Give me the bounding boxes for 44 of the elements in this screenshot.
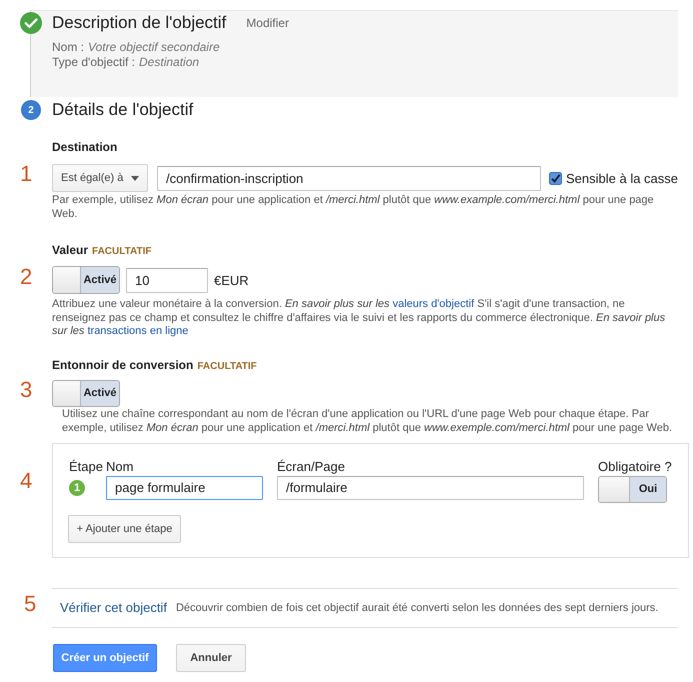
- verify-description: Découvrir combien de fois cet objectif aurait été converti selon les données des sept derniers jours.: [176, 602, 658, 614]
- step-title: Détails de l'objectif: [52, 100, 194, 120]
- required-toggle[interactable]: Oui: [598, 476, 667, 502]
- summary-value: Votre objectif secondaire: [88, 40, 220, 55]
- step-column-header: Étape: [69, 458, 103, 474]
- toggle-switch[interactable]: Activé: [52, 380, 120, 406]
- step-name-field[interactable]: page formulaire: [106, 476, 263, 500]
- field-label: Entonnoir de conversion: [52, 358, 194, 372]
- required-column-header: Obligatoire ?: [598, 458, 672, 474]
- step-number-badge: 1: [69, 480, 85, 496]
- step-title: Description de l'objectif: [52, 13, 226, 33]
- help-text: Par exemple, utilisez Mon écran pour une application et /merci.html plutôt que www.example.com/merci.html pour une page Web.: [52, 193, 655, 221]
- summary-value: Destination: [139, 55, 200, 70]
- annotation-number: 2: [20, 264, 32, 288]
- field-label: Destination: [52, 140, 118, 155]
- add-step-button[interactable]: + Ajouter une étape: [68, 514, 181, 542]
- caret-icon: [131, 176, 139, 180]
- toggle-switch[interactable]: Activé: [52, 266, 120, 294]
- cancel-button[interactable]: Annuler: [176, 644, 246, 672]
- summary-label: Type d'objectif :: [52, 55, 136, 70]
- optional-tag: FACULTATIF: [197, 358, 257, 374]
- help-link[interactable]: transactions en ligne: [87, 325, 188, 337]
- match-type-dropdown[interactable]: Est égal(e) à: [52, 164, 148, 192]
- page-column-header: Écran/Page: [277, 458, 345, 474]
- checkbox-label: Sensible à la casse: [566, 170, 678, 186]
- edit-link[interactable]: Modifier: [246, 16, 289, 30]
- currency-label: €EUR: [214, 272, 249, 288]
- help-link[interactable]: valeurs d'objectif: [392, 298, 474, 310]
- annotation-number: 5: [24, 592, 36, 616]
- name-column-header: Nom: [106, 458, 134, 474]
- annotation-number: 1: [20, 162, 32, 186]
- summary-label: Nom :: [52, 40, 84, 55]
- help-text: Attribuez une valeur monétaire à la conversion. En savoir plus sur les valeurs d'objectif S'il s'agit d'une transaction, ne renseignez pas ce champ et consultez le chiffre d'affaires via le suivi et les rapports du commerce électronique. En savoir plus sur les transactions en ligne: [52, 298, 666, 338]
- verify-link[interactable]: Vérifier cet objectif: [60, 600, 167, 615]
- help-text: Utilisez une chaîne correspondant au nom de l'écran d'une application ou l'URL d'une page Web pour chaque étape. Par exemple, utilisez Mon écran pour une application et /merci.html plutôt que www.exemple.com/merci.html pour une page Web.: [62, 406, 674, 434]
- field-label: Valeur: [52, 243, 88, 258]
- annotation-number: 4: [20, 468, 32, 492]
- step-number-badge: 2: [21, 100, 41, 120]
- optional-tag: FACULTATIF: [92, 244, 152, 259]
- destination-field[interactable]: /confirmation-inscription: [157, 166, 541, 190]
- checkbox[interactable]: [549, 172, 562, 184]
- step-page-field[interactable]: /formulaire: [277, 476, 584, 500]
- annotation-number: 3: [20, 378, 32, 402]
- amount-field[interactable]: 10: [126, 268, 208, 292]
